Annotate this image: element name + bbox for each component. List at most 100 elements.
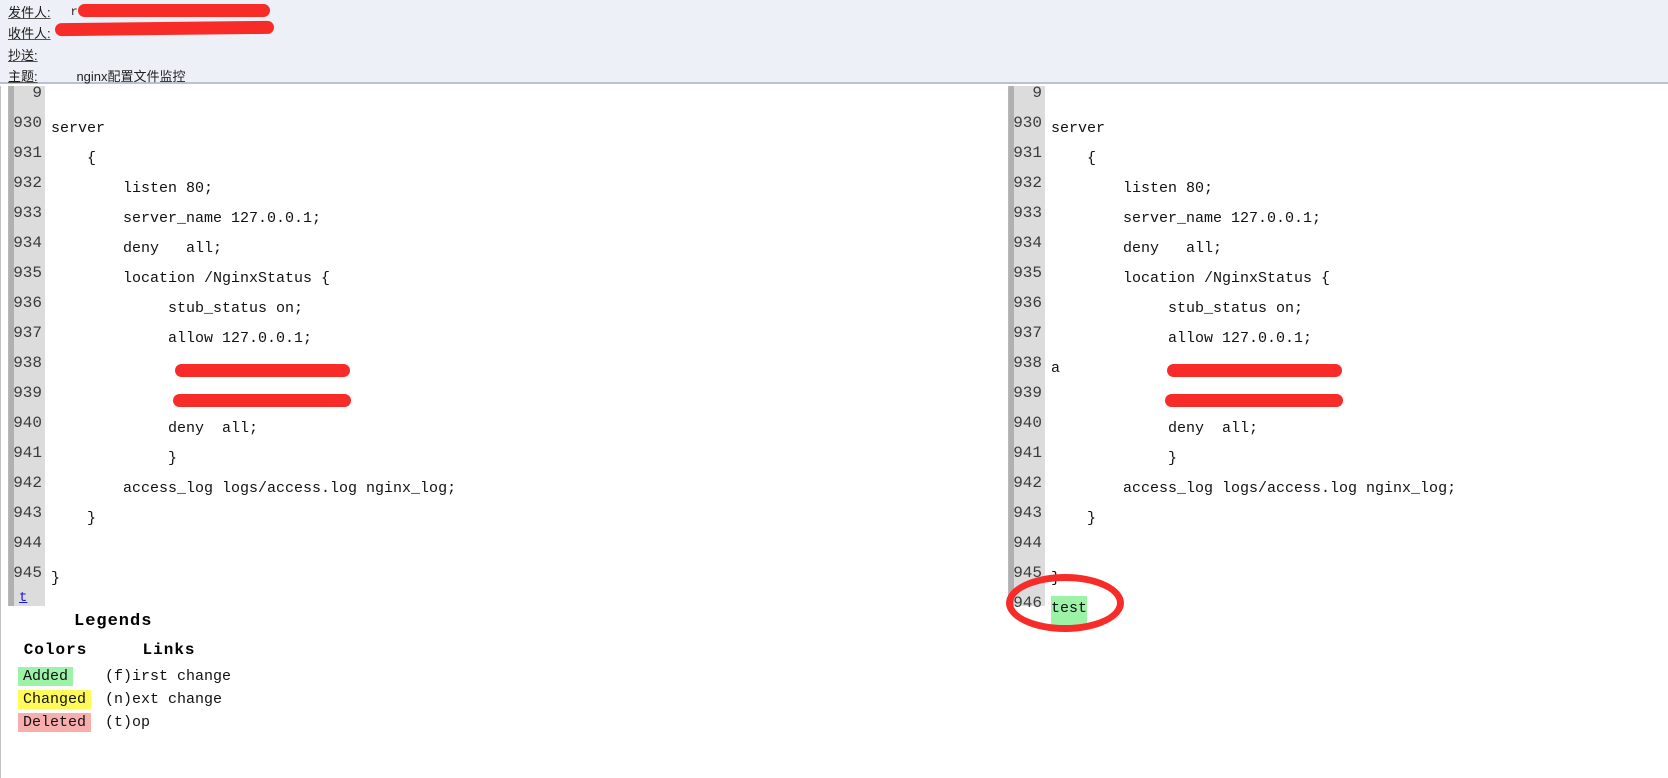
top-link-left[interactable]: t [19, 590, 27, 606]
line-number: 9 [32, 86, 42, 102]
mail-field-cc-label: 抄送: [8, 48, 38, 63]
diff-code-line: } [51, 450, 178, 467]
diff-code-line: server [51, 120, 106, 137]
line-number: 939 [13, 386, 42, 402]
redaction-stroke-recipient [54, 20, 275, 37]
diff-pane-right: 9 930 server 931 {932 listen 80; 933 server_… [1008, 86, 1663, 626]
mail-field-from-label: 发件人: [8, 5, 51, 20]
legend-color-swatch: Changed [18, 690, 92, 709]
redaction-stroke-code [1167, 364, 1342, 377]
legends-col-colors: Colors [23, 641, 88, 659]
diff-row: 944 [1009, 536, 1663, 566]
diff-code-line: server_name 127.0.0.1; [51, 210, 322, 227]
diff-code-line: allow 127.0.0.1; [51, 330, 313, 347]
diff-row: 933 server_name 127.0.0.1; [9, 206, 1003, 236]
diff-rows-left: 9 930 server 931 {932 listen 80; 933 server_… [9, 86, 1003, 596]
diff-row: 943 } [1009, 506, 1663, 536]
legend-color-swatch: Deleted [18, 713, 92, 732]
diff-row: 934 deny all; [9, 236, 1003, 266]
diff-row: 936 stub_status on; [9, 296, 1003, 326]
legends-title: Legends [74, 612, 153, 631]
diff-row: 941 } [9, 446, 1003, 476]
redaction-stroke-code [175, 364, 350, 377]
line-number: 938 [13, 356, 42, 372]
line-number: 942 [13, 476, 42, 492]
diff-row: 938 a [1009, 356, 1663, 386]
diff-code-line: stub_status on; [51, 300, 304, 317]
line-number: 930 [13, 116, 42, 132]
diff-row: 940 deny all; [9, 416, 1003, 446]
diff-rows-right: 9 930 server 931 {932 listen 80; 933 server_… [1009, 86, 1663, 626]
line-number: 936 [13, 296, 42, 312]
diff-email-page: 发件人: root 收件人: 抄送: 主题: nginx配置文件监控 9 930 s… [0, 0, 1668, 778]
diff-row: 945} [9, 566, 1003, 596]
diff-row: 938 [9, 356, 1003, 386]
diff-code-line: } [1051, 450, 1178, 467]
line-number: 934 [1013, 236, 1042, 252]
line-number: 933 [13, 206, 42, 222]
legend-link-cell[interactable]: (t)op [105, 711, 245, 734]
diff-code-line: } [1051, 510, 1097, 527]
diff-row: 930 server [9, 116, 1003, 146]
line-number: 938 [1013, 356, 1042, 372]
diff-code-line: server_name 127.0.0.1; [1051, 210, 1322, 227]
mail-field-cc: 抄送: [0, 45, 70, 66]
diff-row: 944 [9, 536, 1003, 566]
legends-header-row: Colors Links [18, 641, 245, 665]
mail-field-subject-label: 主题: [8, 69, 38, 84]
legend-row: Changed (n)ext change [18, 688, 245, 711]
legend-row: Added (f)irst change [18, 665, 245, 688]
line-number: 934 [13, 236, 42, 252]
diff-row: 939 [9, 386, 1003, 416]
line-number: 931 [13, 146, 42, 162]
diff-code-line: listen 80; [1051, 180, 1214, 197]
diff-code-line: deny all; [51, 240, 223, 257]
line-number: 932 [1013, 176, 1042, 192]
diff-code-line: { [1051, 150, 1097, 167]
page-left-border [0, 86, 1, 778]
line-number: 936 [1013, 296, 1042, 312]
diff-row: 9 [9, 86, 1003, 116]
mail-field-subject: 主题: nginx配置文件监控 [0, 66, 186, 87]
line-number: 943 [1013, 506, 1042, 522]
diff-row: 932 listen 80; [9, 176, 1003, 206]
line-number: 944 [1013, 536, 1042, 552]
line-number: 933 [1013, 206, 1042, 222]
redaction-stroke-sender [78, 4, 270, 17]
redaction-stroke-code [1165, 394, 1343, 407]
line-number: 944 [13, 536, 42, 552]
diff-row: 942 access_log logs/access.log nginx_log… [9, 476, 1003, 506]
line-number: 942 [1013, 476, 1042, 492]
legend-color-swatch: Added [18, 667, 74, 686]
diff-row: 9 [1009, 86, 1663, 116]
diff-row: 932 listen 80; [1009, 176, 1663, 206]
diff-code-line: { [51, 150, 97, 167]
legend-color-cell: Added [18, 665, 105, 688]
legend-link-cell[interactable]: (n)ext change [105, 688, 245, 711]
legend-color-cell: Deleted [18, 711, 105, 734]
diff-code-line: } [51, 510, 97, 527]
legend-link-cell[interactable]: (f)irst change [105, 665, 245, 688]
diff-row: 943 } [9, 506, 1003, 536]
line-number: 931 [1013, 146, 1042, 162]
mail-field-subject-value: nginx配置文件监控 [76, 69, 186, 84]
line-number: 940 [1013, 416, 1042, 432]
line-number: 943 [13, 506, 42, 522]
diff-code-line: location /NginxStatus { [1051, 270, 1331, 287]
diff-code-line: server [1051, 120, 1106, 137]
diff-row: 935 location /NginxStatus { [1009, 266, 1663, 296]
diff-row: 937 allow 127.0.0.1; [1009, 326, 1663, 356]
diff-row: 934 deny all; [1009, 236, 1663, 266]
diff-code-line: allow 127.0.0.1; [1051, 330, 1313, 347]
line-number: 941 [13, 446, 42, 462]
annotation-circle-test-line [1006, 574, 1124, 632]
diff-row: 940 deny all; [1009, 416, 1663, 446]
diff-code-line: listen 80; [51, 180, 214, 197]
diff-row: 935 location /NginxStatus { [9, 266, 1003, 296]
diff-code-line: deny all; [51, 420, 259, 437]
diff-code-line: deny all; [1051, 420, 1259, 437]
diff-code-line: location /NginxStatus { [51, 270, 331, 287]
line-number: 940 [13, 416, 42, 432]
line-number: 935 [1013, 266, 1042, 282]
diff-row: 933 server_name 127.0.0.1; [1009, 206, 1663, 236]
